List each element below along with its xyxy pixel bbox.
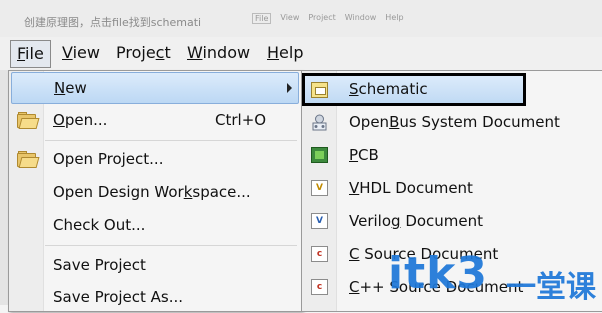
menu-file-post: ile: [25, 44, 44, 63]
file-menu-check-out-label: Check Out...: [53, 216, 146, 234]
submenu-schematic[interactable]: Schematic: [302, 73, 526, 106]
mini-window: Window: [344, 13, 377, 22]
schematic-icon: [311, 82, 328, 98]
cpp-source-icon: c: [311, 279, 328, 295]
menu-view-accel: V: [62, 43, 73, 62]
pcb-post: CB: [358, 146, 379, 164]
site-watermark: itk3: [388, 248, 488, 299]
menu-project[interactable]: Project: [110, 40, 177, 66]
submenu-schematic-label: Schematic: [349, 80, 428, 98]
file-menu-open[interactable]: Open... Ctrl+O: [9, 105, 301, 136]
file-menu-new[interactable]: New: [11, 72, 299, 104]
pcb-accel: P: [349, 146, 359, 164]
file-menu: New Open... Ctrl+O Open Project... Open …: [8, 70, 302, 312]
ob-post: us System Document: [399, 113, 560, 131]
ob-accel: B: [389, 113, 400, 131]
menu-project-post: t: [164, 43, 171, 62]
workspace-edge: [0, 70, 8, 305]
openbus-icon: [311, 114, 328, 131]
menu-view[interactable]: View: [56, 40, 106, 66]
site-watermark-cn: 一堂课: [506, 270, 596, 305]
vhdl-document-icon: V: [311, 180, 328, 196]
tutorial-caption: 创建原理图，点击file找到schemati: [24, 16, 202, 29]
menu-separator: [45, 245, 297, 246]
submenu-openbus-label: OpenBus System Document: [349, 113, 560, 131]
mini-project: Project: [308, 13, 336, 22]
submenu-openbus[interactable]: OpenBus System Document: [302, 106, 602, 138]
open-shortcut: Ctrl+O: [215, 111, 267, 129]
menu-file-accel: F: [17, 44, 26, 63]
mini-menubar-image: File View Project Window Help: [252, 13, 404, 24]
submenu-verilog[interactable]: V Verilog Document: [302, 205, 602, 237]
file-menu-open-project[interactable]: Open Project...: [9, 144, 301, 175]
menu-separator: [45, 140, 297, 141]
open-accel: O: [53, 111, 65, 129]
submenu-verilog-label: Verilog Document: [349, 212, 483, 230]
ver-post: Document: [400, 212, 484, 230]
sch-accel: S: [349, 80, 359, 98]
file-menu-save-project[interactable]: Save Project: [9, 250, 301, 281]
background-strip: 创建原理图，点击file找到schemati File View Project…: [0, 0, 602, 37]
ver-pre: Verilo: [349, 212, 392, 230]
file-menu-save-project-as-label: Save Project As...: [53, 288, 184, 306]
file-menu-new-label: New: [54, 79, 87, 97]
file-menu-save-project-label: Save Project: [53, 256, 146, 274]
open-project-folder-icon: [17, 151, 40, 168]
vhdl-post: HDL Document: [359, 179, 473, 197]
menu-file[interactable]: File: [10, 40, 51, 68]
mini-file: File: [252, 13, 272, 24]
pcb-icon: [311, 147, 328, 163]
menu-window[interactable]: Window: [181, 40, 256, 66]
menu-window-post: indow: [202, 43, 251, 62]
submenu-vhdl[interactable]: V VHDL Document: [302, 172, 602, 204]
file-menu-save-project-as[interactable]: Save Project As...: [9, 282, 301, 313]
file-menu-open-label: Open...: [53, 111, 107, 129]
menu-help-post: elp: [279, 43, 304, 62]
file-menu-check-out[interactable]: Check Out...: [9, 210, 301, 241]
new-post: ew: [65, 79, 87, 97]
submenu-pcb[interactable]: PCB: [302, 139, 602, 171]
ws-post: space...: [192, 183, 251, 201]
open-post: pen...: [64, 111, 108, 129]
ob-pre: Open: [349, 113, 390, 131]
verilog-document-icon: V: [311, 213, 328, 229]
mini-help: Help: [385, 13, 404, 22]
submenu-pcb-label: PCB: [349, 146, 379, 164]
ver-accel: g: [391, 212, 401, 230]
menu-project-pre: Proje: [116, 43, 156, 62]
menu-bar: File View Project Window Help: [0, 37, 602, 71]
c-accel: C: [349, 245, 360, 263]
menu-help[interactable]: Help: [261, 40, 309, 66]
submenu-vhdl-label: VHDL Document: [349, 179, 473, 197]
vhdl-accel: V: [349, 179, 360, 197]
file-menu-open-project-label: Open Project...: [53, 150, 164, 168]
file-menu-open-workspace[interactable]: Open Design Workspace...: [9, 177, 301, 208]
menu-help-accel: H: [267, 43, 280, 62]
menu-view-post: iew: [72, 43, 100, 62]
open-folder-icon: [17, 112, 40, 129]
cpp-accel: C: [349, 278, 360, 296]
file-menu-open-workspace-label: Open Design Workspace...: [53, 183, 251, 201]
c-source-icon: c: [311, 246, 328, 262]
ws-pre: Open Design Wor: [53, 183, 184, 201]
submenu-arrow-icon: [287, 83, 292, 93]
new-accel: N: [54, 79, 66, 97]
sch-post: chematic: [358, 80, 428, 98]
menu-window-accel: W: [187, 43, 203, 62]
mini-view: View: [280, 13, 300, 22]
